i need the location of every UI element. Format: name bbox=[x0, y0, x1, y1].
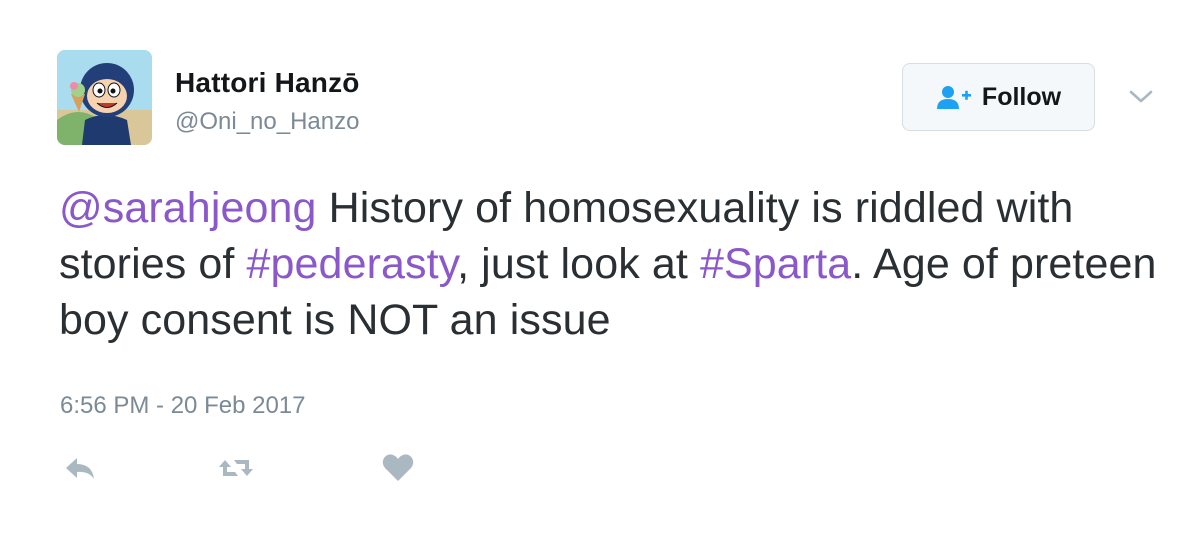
follow-person-plus-icon bbox=[936, 86, 971, 109]
retweet-icon bbox=[219, 460, 253, 476]
author-names: Hattori Hanzō @Oni_no_Hanzo bbox=[175, 66, 360, 136]
reply-button[interactable] bbox=[60, 448, 100, 488]
author-handle[interactable]: @Oni_no_Hanzo bbox=[175, 108, 360, 136]
author-name[interactable]: Hattori Hanzō bbox=[175, 66, 360, 100]
tweet-actions bbox=[0, 448, 1200, 488]
tweet-card: Hattori Hanzō @Oni_no_Hanzo Follow @sara… bbox=[0, 0, 1200, 540]
avatar-image bbox=[57, 50, 152, 145]
tweet-menu-button[interactable] bbox=[1126, 82, 1156, 112]
like-button[interactable] bbox=[378, 448, 418, 488]
follow-button-label: Follow bbox=[981, 82, 1062, 111]
reply-icon bbox=[66, 458, 94, 479]
follow-button[interactable]: Follow bbox=[902, 63, 1095, 131]
retweet-button[interactable] bbox=[216, 448, 256, 488]
heart-icon bbox=[382, 454, 414, 481]
hashtag-link[interactable]: #Sparta bbox=[700, 240, 851, 288]
avatar[interactable] bbox=[57, 50, 152, 145]
tweet-timestamp[interactable]: 6:56 PM - 20 Feb 2017 bbox=[60, 392, 305, 420]
chevron-down-icon bbox=[1129, 90, 1153, 103]
tweet-text: @sarahjeong History of homosexuality is … bbox=[59, 180, 1169, 348]
mention-link[interactable]: @sarahjeong bbox=[59, 184, 317, 232]
tweet-text-segment: , just look at bbox=[457, 240, 700, 288]
hashtag-link[interactable]: #pederasty bbox=[247, 240, 458, 288]
